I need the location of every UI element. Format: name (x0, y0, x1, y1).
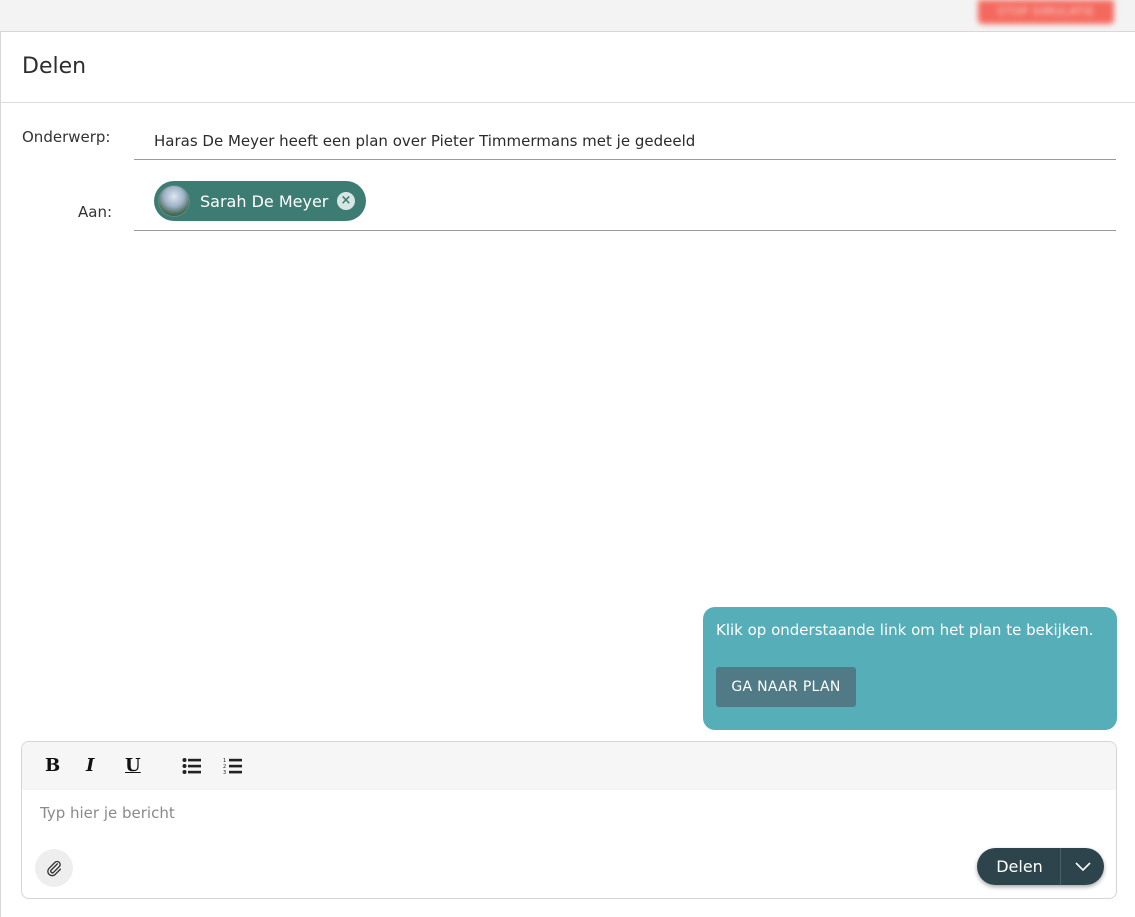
share-dialog: Delen Onderwerp: Aan: Sarah De Meyer × K… (0, 31, 1135, 917)
recipient-field[interactable]: Sarah De Meyer × (134, 178, 1116, 231)
share-options-button[interactable] (1061, 848, 1104, 885)
italic-button[interactable]: I (86, 755, 94, 776)
avatar (158, 185, 190, 217)
header-divider (1, 102, 1135, 103)
message-input[interactable] (40, 804, 1040, 822)
subject-label: Onderwerp: (22, 128, 111, 146)
share-button[interactable]: Delen (977, 857, 1060, 876)
bold-button[interactable]: B (45, 755, 60, 776)
subject-input[interactable] (134, 122, 1116, 160)
recipient-name: Sarah De Meyer (200, 191, 329, 211)
message-editor: B I U 1 2 3 Typ hier je bericht Delen (21, 741, 1117, 899)
dialog-title: Delen (22, 54, 87, 79)
svg-text:3: 3 (223, 770, 226, 775)
go-to-plan-button[interactable]: GA NAAR PLAN (716, 667, 856, 707)
underline-button[interactable]: U (125, 755, 141, 776)
numbered-list-icon[interactable]: 1 2 3 (223, 757, 243, 780)
format-toolbar: B I U 1 2 3 (22, 742, 1116, 790)
chevron-down-icon (1074, 861, 1091, 871)
paperclip-icon (47, 860, 62, 877)
share-split-button: Delen (977, 848, 1104, 885)
recipient-chip[interactable]: Sarah De Meyer × (154, 181, 366, 221)
attach-button[interactable] (35, 849, 73, 887)
bullet-list-icon[interactable] (182, 757, 202, 780)
message-preview: Klik op onderstaande link om het plan te… (703, 607, 1117, 730)
recipient-label: Aan: (78, 203, 113, 221)
top-bar: STOP SIMULATIE (0, 0, 1135, 31)
message-text: Klik op onderstaande link om het plan te… (716, 621, 1094, 639)
close-circle-icon[interactable]: × (337, 192, 355, 210)
stop-simulation-button[interactable]: STOP SIMULATIE (978, 0, 1114, 24)
